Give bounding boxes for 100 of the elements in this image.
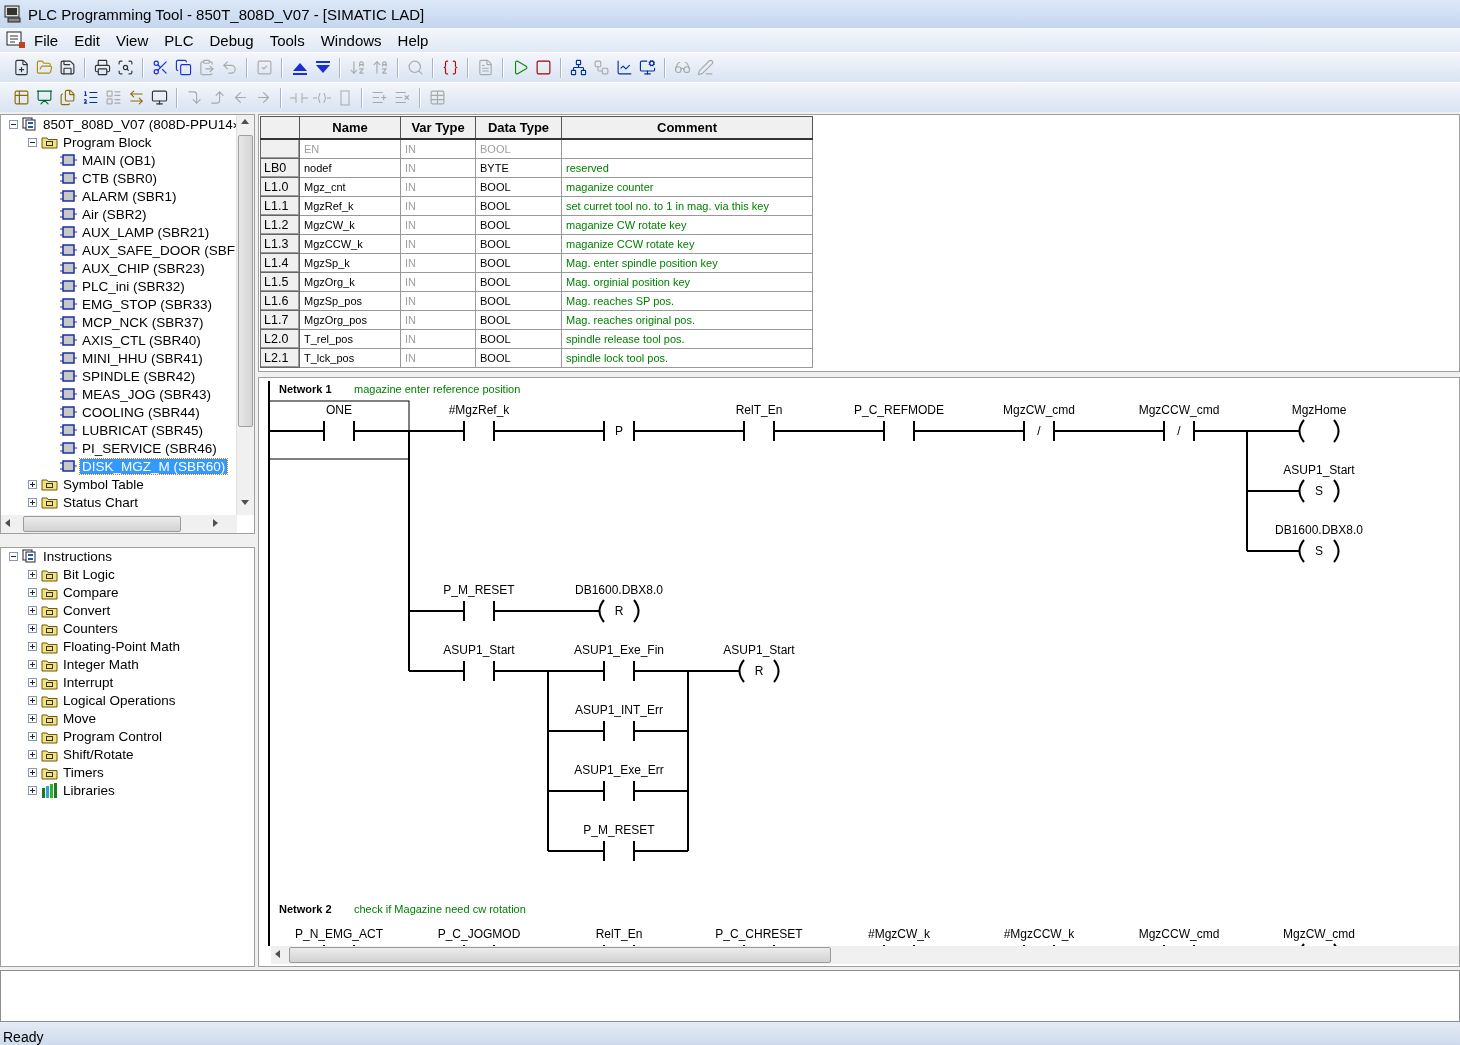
tree-item[interactable]: Logical Operations <box>61 693 178 708</box>
expand-toggle-icon[interactable] <box>28 570 37 579</box>
network-icon[interactable] <box>570 59 587 76</box>
tree-item[interactable]: AUX_SAFE_DOOR (SBF <box>80 242 238 258</box>
table-cell: BOOL <box>475 329 562 349</box>
wire <box>268 430 325 432</box>
tree-item[interactable]: Compare <box>61 585 121 600</box>
play-icon[interactable] <box>512 59 529 76</box>
expand-toggle-icon[interactable] <box>28 678 37 687</box>
open-folder-icon[interactable] <box>36 59 53 76</box>
table-cell: BOOL <box>475 215 562 235</box>
braces-icon[interactable] <box>442 59 459 76</box>
operand-label: ASUP1_Exe_Fin <box>574 643 664 657</box>
collapse-toggle-icon[interactable] <box>9 552 18 561</box>
tree-item[interactable]: MCP_NCK (SBR37) <box>80 314 206 330</box>
printer-icon[interactable] <box>94 59 111 76</box>
expand-toggle-icon[interactable] <box>28 479 37 489</box>
expand-toggle-icon[interactable] <box>28 660 37 669</box>
tree-item[interactable]: AUX_LAMP (SBR21) <box>80 224 212 240</box>
table-cell: IN <box>400 158 476 178</box>
tree-item[interactable]: Air (SBR2) <box>80 206 149 222</box>
tree-item[interactable]: PI_SERVICE (SBR46) <box>80 440 219 456</box>
tree-item[interactable]: AXIS_CTL (SBR40) <box>80 332 203 348</box>
tree-item[interactable]: COOLING (SBR44) <box>80 404 202 420</box>
tree-item[interactable]: Libraries <box>61 783 117 798</box>
table-cell: BOOL <box>475 291 562 311</box>
stop-icon[interactable] <box>535 59 552 76</box>
files-icon[interactable] <box>59 89 76 106</box>
tree-item[interactable]: SPINDLE (SBR42) <box>80 368 198 384</box>
swap-icon[interactable] <box>128 89 145 106</box>
save-icon[interactable] <box>59 59 76 76</box>
document-menu-icon[interactable] <box>6 31 26 49</box>
folder-icon <box>41 657 58 672</box>
expand-toggle-icon[interactable] <box>28 732 37 741</box>
folder-icon <box>41 693 58 708</box>
tree-item[interactable]: AUX_CHIP (SBR23) <box>80 260 207 276</box>
horizontal-scrollbar[interactable] <box>1 514 237 533</box>
copy-icon[interactable] <box>175 59 192 76</box>
tree-item[interactable]: CTB (SBR0) <box>80 170 159 186</box>
expand-toggle-icon[interactable] <box>28 588 37 597</box>
tree-item[interactable]: Instructions <box>41 549 115 564</box>
menu-item[interactable]: Debug <box>201 31 262 49</box>
expand-toggle-icon[interactable] <box>28 696 37 705</box>
column-header[interactable]: Data Type <box>475 116 562 139</box>
list-icon[interactable] <box>82 89 99 106</box>
tree-item[interactable]: Floating-Point Math <box>61 639 183 654</box>
column-header[interactable]: Comment <box>561 116 813 139</box>
tree-item[interactable]: MINI_HHU (SBR41) <box>80 350 205 366</box>
tree-item[interactable]: Move <box>61 711 98 726</box>
folder-icon <box>41 747 58 762</box>
horizontal-scrollbar[interactable] <box>271 946 1459 964</box>
expand-toggle-icon[interactable] <box>28 714 37 723</box>
cut-icon[interactable] <box>152 59 169 76</box>
tree-item[interactable]: Program Block <box>61 134 154 150</box>
menu-item[interactable]: File <box>26 31 67 49</box>
tree-item[interactable]: MAIN (OB1) <box>80 152 158 168</box>
operand-label: P_C_CHRESET <box>715 927 803 941</box>
print-preview-icon[interactable] <box>117 59 134 76</box>
monitor-icon[interactable] <box>639 59 656 76</box>
tree-item[interactable]: Integer Math <box>61 657 141 672</box>
tree-item[interactable]: MEAS_JOG (SBR43) <box>80 386 214 402</box>
expand-toggle-icon[interactable] <box>28 642 37 651</box>
tree-item[interactable]: Timers <box>61 765 106 780</box>
menu-item[interactable]: Tools <box>261 31 313 49</box>
tree-item[interactable]: Bit Logic <box>61 567 117 582</box>
tree-item[interactable]: Interrupt <box>61 675 116 690</box>
tree-item[interactable]: LUBRICAT (SBR45) <box>80 422 206 438</box>
column-header[interactable]: Name <box>299 116 401 139</box>
edge-contact: P <box>603 420 635 442</box>
menu-item[interactable]: Windows <box>312 31 390 49</box>
tree-item[interactable]: Counters <box>61 621 120 636</box>
tree-item[interactable]: Convert <box>61 603 113 618</box>
vertical-scrollbar[interactable] <box>236 115 254 515</box>
tree-item[interactable]: EMG_STOP (SBR33) <box>80 296 215 312</box>
menu-item[interactable]: Help <box>389 31 437 49</box>
expand-toggle-icon[interactable] <box>28 497 37 507</box>
menu-item[interactable]: PLC <box>156 31 202 49</box>
expand-toggle-icon[interactable] <box>28 750 37 759</box>
tree-item[interactable]: ALARM (SBR1) <box>80 188 179 204</box>
monitor-icon[interactable] <box>151 89 168 106</box>
menu-item[interactable]: Edit <box>66 31 109 49</box>
column-header[interactable]: Var Type <box>400 116 476 139</box>
new-file-icon[interactable] <box>13 59 30 76</box>
tree-item[interactable]: Shift/Rotate <box>61 747 136 762</box>
expand-toggle-icon[interactable] <box>28 786 37 795</box>
tree-item[interactable]: Status Chart <box>61 494 141 510</box>
menu-item[interactable]: View <box>108 31 157 49</box>
contact <box>603 780 635 802</box>
expand-toggle-icon[interactable] <box>28 606 37 615</box>
tree-item[interactable]: Program Control <box>61 729 165 744</box>
table-icon[interactable] <box>13 89 30 106</box>
chart-icon[interactable] <box>616 59 633 76</box>
tree-item[interactable]: PLC_ini (SBR32) <box>80 278 187 294</box>
presentation-icon[interactable] <box>36 89 53 106</box>
expand-toggle-icon[interactable] <box>28 768 37 777</box>
collapse-toggle-icon[interactable] <box>28 137 37 147</box>
tree-item[interactable]: Symbol Table <box>61 476 146 492</box>
expand-toggle-icon[interactable] <box>28 624 37 633</box>
collapse-toggle-icon[interactable] <box>9 119 18 129</box>
tree-item[interactable]: 850T_808D_V07 (808D-PPU14› <box>41 116 240 132</box>
